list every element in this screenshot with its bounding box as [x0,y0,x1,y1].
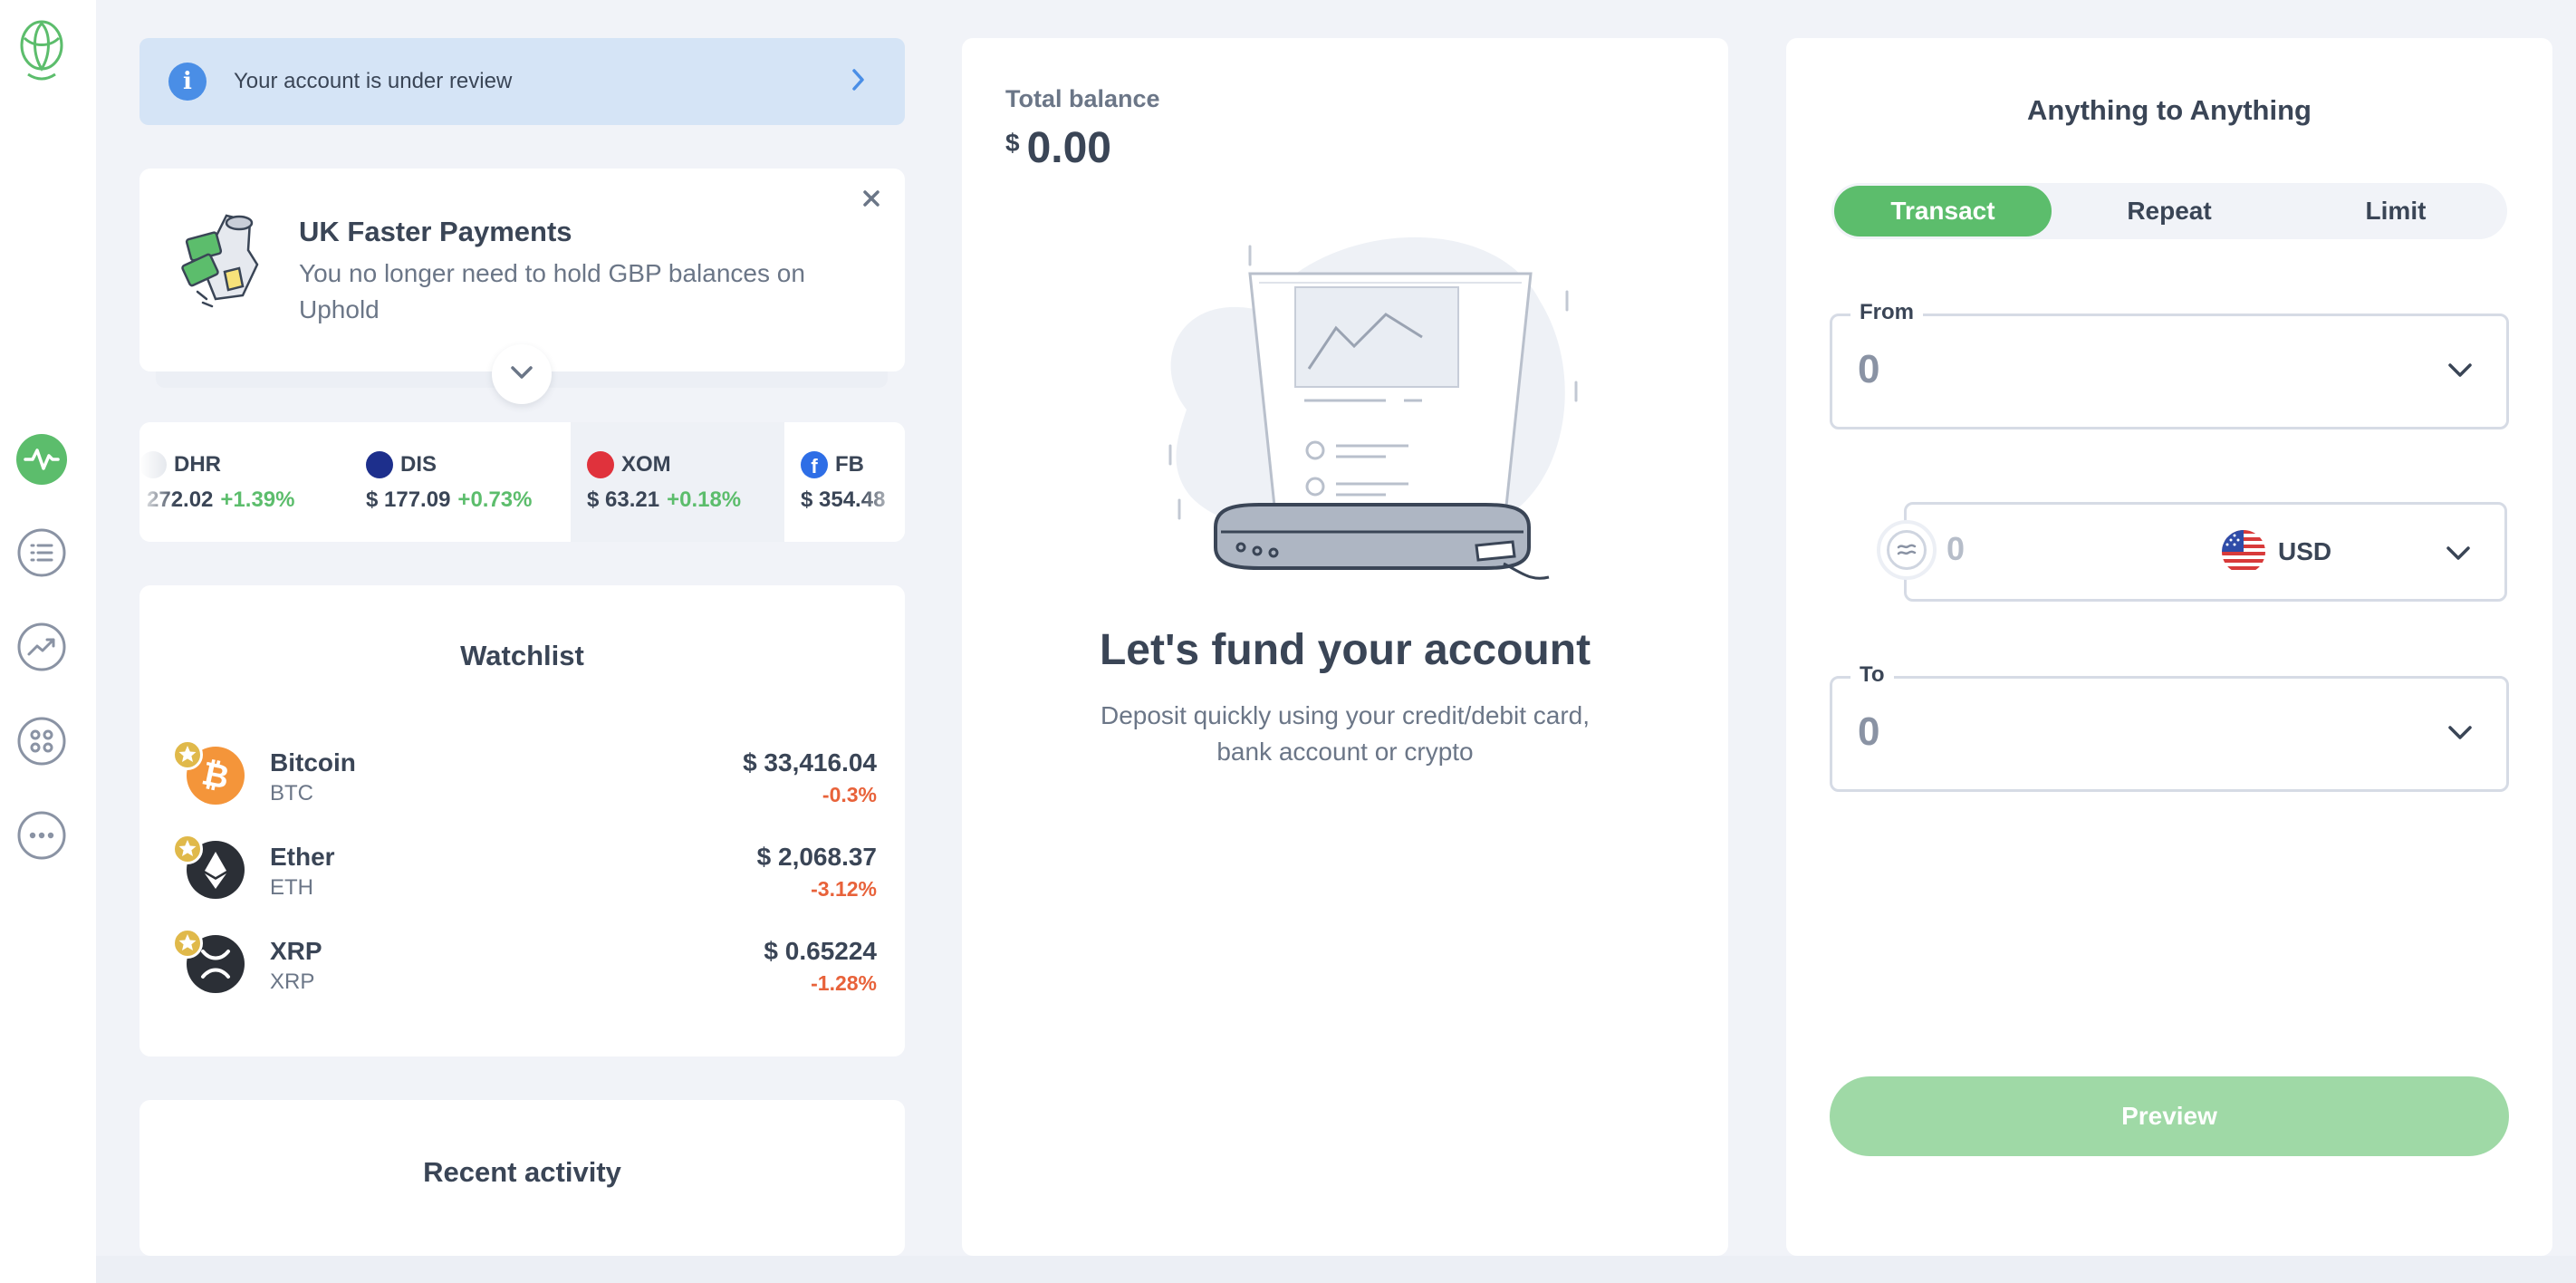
favorite-star-icon[interactable] [172,928,203,959]
trending-icon [16,622,67,672]
ticker-change: +0.73% [457,487,533,512]
fund-account-illustration [1114,219,1585,627]
asset-name: XRP [270,937,322,965]
watchlist-row-xrp[interactable]: XRP XRP $ 0.65224 -1.28% [172,928,877,1000]
page-bottom-strip [96,1256,2576,1283]
favorite-star-icon[interactable] [172,739,203,770]
fund-account-title: Let's fund your account [1099,626,1591,674]
tab-limit[interactable]: Limit [2287,186,2504,236]
info-icon: i [168,63,207,101]
asset-price: $ 2,068.37 [756,843,877,871]
currency-code: USD [2278,537,2332,565]
asset-name: Ether [270,843,335,871]
market-ticker: DHR 272.02 +1.39% DIS $ 177.09 +0.73% XOM … [139,422,905,542]
recent-activity-title: Recent activity [423,1156,621,1188]
balance-card: Total balance $ 0.00 Let's fund your acc… [962,38,1728,1256]
promo-title: UK Faster Payments [299,216,572,247]
uphold-logo-icon[interactable] [17,18,66,83]
swap-button[interactable] [1877,520,1937,580]
asset-price: $ 0.65224 [764,937,877,965]
svg-text:₿: ₿ [198,755,232,796]
chevron-down-icon[interactable] [2445,545,2472,563]
chevron-down-icon [509,364,534,385]
to-value: 0 [1858,709,1880,754]
ticker-symbol: XOM [621,452,671,477]
transact-card: Anything to Anything Transact Repeat Lim… [1786,38,2552,1256]
chevron-down-icon[interactable] [2446,724,2474,742]
ticker-price: $ 177.09 [366,487,451,512]
from-value: 0 [1858,347,1880,391]
fund-account-description: Deposit quickly using your credit/debit … [1100,701,1591,766]
watchlist-row-btc[interactable]: ₿ Bitcoin BTC $ 33,416.04 -0.3% [172,739,877,812]
account-review-banner[interactable]: i Your account is under review [139,38,905,125]
nav-markets-button[interactable] [15,621,68,673]
to-field[interactable]: To 0 [1830,662,2509,792]
ticker-price: $ 63.21 [587,487,660,512]
transact-title: Anything to Anything [2027,94,2312,126]
asset-price: $ 33,416.04 [743,748,877,777]
list-icon [16,527,67,578]
amount-value: 0 [1946,530,1966,567]
promo-description: You no longer need to hold GBP balances … [299,259,805,323]
asset-code: BTC [270,781,313,805]
close-icon[interactable] [858,185,885,212]
watchlist-row-eth[interactable]: Ether ETH $ 2,068.37 -3.12% [172,834,877,906]
payments-illustration [179,208,274,315]
asset-change: -3.12% [811,877,877,901]
asset-change: -1.28% [811,971,877,995]
from-field[interactable]: From 0 [1830,300,2509,429]
activity-icon [16,434,67,485]
review-banner-text: Your account is under review [234,69,513,93]
ticker-change: +1.39% [220,487,295,512]
ticker-item-xom[interactable]: XOM $ 63.21 +0.18% [571,422,784,542]
amount-field[interactable]: 0 USD [1904,502,2507,602]
transact-tabs: Transact Repeat Limit [1831,183,2507,239]
total-balance-label: Total balance [1005,85,1160,112]
asset-code: XRP [270,969,315,994]
asset-name: Bitcoin [270,748,356,777]
watchlist-title: Watchlist [460,640,584,671]
recent-activity-card: Recent activity [139,1100,905,1256]
to-label: To [1850,662,1894,688]
facebook-logo-icon: f [801,451,828,478]
balance-currency: $ [1005,129,1020,157]
ticker-symbol: DHR [174,452,221,477]
exxon-logo-icon [587,451,614,478]
disney-logo-icon [366,451,393,478]
chevron-down-icon[interactable] [2446,362,2474,380]
preview-button[interactable]: Preview [1830,1076,2509,1156]
more-icon [16,810,67,861]
ticker-symbol: DIS [400,452,437,477]
nav-assets-button[interactable] [15,715,68,767]
nav-transactions-button[interactable] [15,526,68,579]
promo-card: UK Faster Payments You no longer need to… [139,169,905,371]
ticker-fade-right [860,422,905,542]
total-balance: $ 0.00 [1005,123,1111,173]
ticker-change: +0.18% [667,487,742,512]
tab-transact[interactable]: Transact [1834,186,2052,236]
tab-repeat[interactable]: Repeat [2061,186,2278,236]
nav-activity-button[interactable] [15,433,68,486]
left-rail [0,0,96,1283]
asset-code: ETH [270,875,313,900]
watchlist-card: Watchlist ₿ Bitcoin BTC $ 33,416.04 -0.3… [139,585,905,1056]
us-flag-icon [2222,530,2265,574]
ticker-fade-left [139,422,176,542]
chevron-right-icon [851,65,867,99]
balance-amount: 0.00 [1026,124,1111,172]
expand-promos-button[interactable] [492,344,552,404]
from-label: From [1850,300,1923,325]
asset-change: -0.3% [822,783,877,806]
nav-more-button[interactable] [15,809,68,862]
ticker-item-dis[interactable]: DIS $ 177.09 +0.73% [350,422,563,542]
approx-icon [1887,530,1927,570]
assets-icon [16,716,67,767]
favorite-star-icon[interactable] [172,834,203,864]
